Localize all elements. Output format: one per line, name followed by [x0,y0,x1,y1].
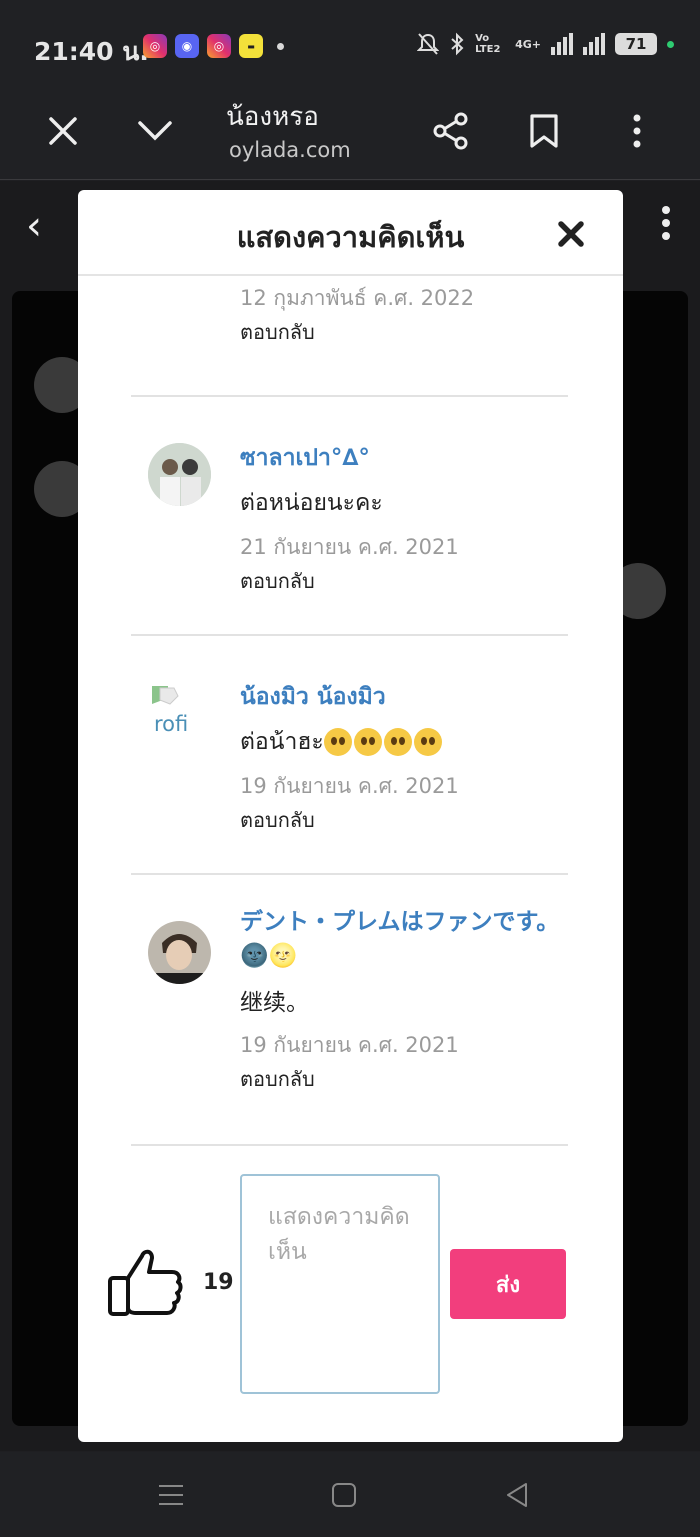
modal-header: แสดงความคิดเห็น [78,190,623,276]
close-icon[interactable] [557,220,585,248]
comment-date: 12 กุมภาพันธ์ ค.ศ. 2022 [240,286,475,310]
back-button[interactable] [497,1478,537,1512]
bluetooth-icon [451,32,464,56]
modal-title: แสดงความคิดเห็น [236,220,465,254]
pleading-face-emoji [353,728,382,756]
comment-item: rofi น้องมิว น้องมิว ต่อน้าฮะ 19 กันยายน… [131,636,568,874]
comment-text: ต่อหน่อยนะคะ [240,490,383,516]
comment-date: 19 กันยายน ค.ศ. 2021 [240,774,459,798]
page-url[interactable]: oylada.com [229,138,351,162]
battery-level: 71 [625,35,647,53]
comment-input[interactable] [240,1174,440,1394]
close-tab-button[interactable] [38,106,88,156]
divider [131,1144,568,1146]
comment-list[interactable]: 12 กุมภาพันธ์ ค.ศ. 2022 ตอบกลับ ซาลาเปา°… [78,278,623,1148]
like-count: 19 [203,1270,234,1295]
comment-item: 12 กุมภาพันธ์ ค.ศ. 2022 ตอบกลับ [131,278,568,398]
comment-text: ต่อน้าฮะ [240,729,324,755]
instagram-icon: ◎ [207,34,231,58]
reply-link[interactable]: ตอบกลับ [240,804,315,836]
status-bar: 21:40 น. ◎ ◉ ◎ ▬ Vo LTE2 4G+ 71 [0,0,700,92]
comment-text-row: ต่อน้าฮะ [240,724,444,760]
instagram-icon: ◎ [143,34,167,58]
system-icons: Vo LTE2 4G+ 71 [417,32,674,56]
camera-indicator-dot [667,40,674,48]
send-button[interactable]: ส่ง [450,1249,566,1319]
page-title: น้องหรอ [226,102,319,132]
reply-link[interactable]: ตอบกลับ [240,1063,315,1095]
comment-author[interactable]: ซาลาเปา°∆° [240,441,560,475]
comment-date: 19 กันยายน ค.ศ. 2021 [240,1033,459,1057]
close-icon [49,117,77,145]
system-nav-bar [0,1452,700,1537]
home-button[interactable] [324,1478,364,1512]
more-options-button[interactable] [612,106,662,156]
battery-icon: 71 [615,33,657,55]
avatar-alt-text: rofi [154,712,189,736]
avatar[interactable] [148,921,211,984]
signal-icon [551,33,573,55]
network-type: 4G+ [515,37,541,51]
comment-item: ซาลาเปา°∆° ต่อหน่อยนะคะ 21 กันยายน ค.ศ. … [131,397,568,635]
collapse-button[interactable] [130,106,180,156]
recent-apps-button[interactable] [151,1478,191,1512]
comment-author[interactable]: デント・プレムはファンです。🌚🌝 [240,905,560,973]
thumbs-up-icon[interactable] [106,1242,186,1322]
chevron-down-icon [138,121,172,141]
share-button[interactable] [426,106,476,156]
comment-text: 继续。 [240,990,309,1016]
reply-link[interactable]: ตอบกลับ [240,565,315,597]
comments-modal: แสดงความคิดเห็น 12 กุมภาพันธ์ ค.ศ. 2022 … [78,190,623,1442]
bookmark-button[interactable] [519,106,569,156]
pleading-face-emoji [323,728,352,756]
comment-date: 21 กันยายน ค.ศ. 2021 [240,535,459,559]
notification-icons: ◎ ◉ ◎ ▬ [143,34,284,58]
clock: 21:40 น. [34,37,149,66]
bookmark-icon [530,114,558,148]
pleading-face-emoji [413,728,442,756]
pleading-face-emoji [383,728,412,756]
browser-toolbar: น้องหรอ oylada.com [0,92,700,180]
more-notifications-dot [277,42,284,50]
more-vertical-icon [633,114,641,148]
home-square-icon [332,1483,356,1507]
share-icon [433,112,468,150]
lazada-icon: ▬ [239,34,263,58]
more-vertical-icon [662,206,672,245]
back-triangle-icon [507,1483,527,1507]
discord-icon: ◉ [175,34,199,58]
back-arrow-icon: ‹ [26,203,42,249]
signal-icon [583,33,605,55]
comment-composer: 19 ส่ง [78,1148,623,1442]
comment-item: デント・プレムはファンです。🌚🌝 继续。 19 กันยายน ค.ศ. 202… [131,875,568,1145]
reply-link[interactable]: ตอบกลับ [240,316,315,348]
avatar[interactable] [148,443,211,506]
volte-label: Vo LTE2 [475,33,501,55]
broken-avatar-image[interactable]: rofi [148,682,211,745]
mute-icon [417,33,440,55]
menu-icon [159,1485,183,1505]
comment-author[interactable]: น้องมิว น้องมิว [240,680,560,714]
